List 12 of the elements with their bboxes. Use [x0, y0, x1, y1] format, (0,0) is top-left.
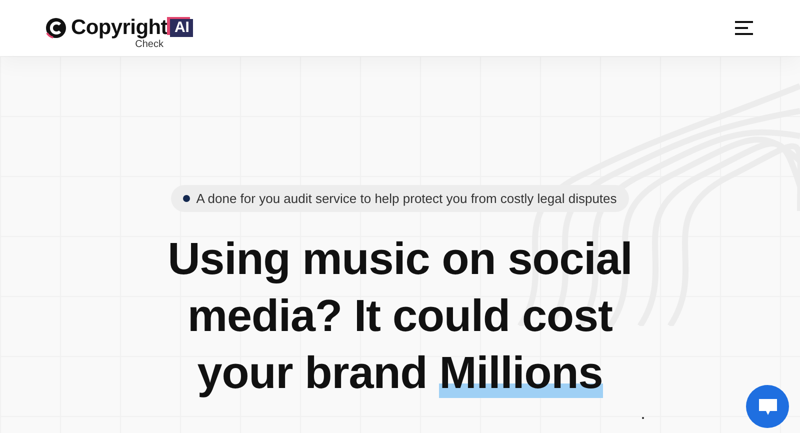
dot-mark — [642, 417, 644, 419]
logo-subtitle: Check — [135, 39, 164, 50]
logo-icon — [45, 17, 67, 39]
headline: Using music on social media? It could cost your brand Millions — [166, 232, 634, 400]
chat-button[interactable] — [746, 385, 789, 428]
menu-button[interactable] — [735, 21, 753, 35]
menu-icon — [735, 21, 753, 35]
bullet-icon — [183, 195, 190, 202]
tagline-text: A done for you audit service to help protect you from costly legal disputes — [196, 191, 617, 206]
chat-icon — [758, 398, 778, 416]
logo-badge: AI — [170, 19, 194, 37]
logo-text: Copyright — [71, 16, 168, 40]
